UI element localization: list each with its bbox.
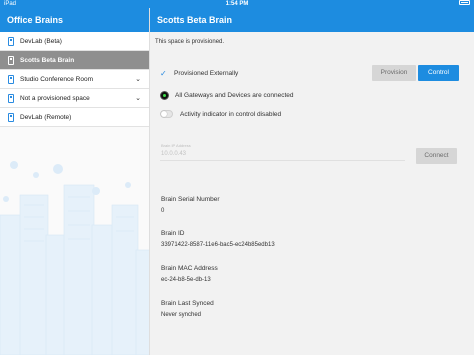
chevron-down-icon[interactable]: ⌄	[135, 70, 141, 89]
ip-address-input[interactable]: 10.0.0.43	[161, 151, 186, 157]
provisioned-message: This space is provisioned.	[155, 39, 225, 45]
sidebar-item-not-provisioned[interactable]: Not a provisioned space ⌄	[0, 89, 149, 108]
ip-address-underline	[160, 160, 405, 161]
mac-address-value: ec-24-b8-5e-db-13	[161, 277, 211, 283]
main-panel: Scotts Beta Brain This space is provisio…	[150, 8, 474, 355]
provision-button[interactable]: Provision	[372, 65, 416, 81]
sidebar-item-devlab-beta[interactable]: DevLab (Beta)	[0, 32, 149, 51]
page-title: Scotts Beta Brain	[150, 8, 474, 32]
device-icon	[8, 37, 14, 46]
ip-address-label: Brain IP Address	[161, 143, 191, 148]
chevron-down-icon[interactable]: ⌄	[135, 89, 141, 108]
sidebar-item-label: DevLab (Beta)	[20, 38, 62, 45]
last-synced-value: Never synched	[161, 312, 202, 318]
gateways-status-row: All Gateways and Devices are connected	[160, 91, 294, 100]
status-bar: iPad 1:54 PM	[0, 0, 474, 8]
provisioned-externally-row: ✓ Provisioned Externally	[160, 69, 238, 78]
mac-address-label: Brain MAC Address	[161, 265, 218, 272]
device-icon	[8, 94, 14, 103]
device-icon	[8, 56, 14, 65]
sidebar-item-studio-conference-room[interactable]: Studio Conference Room ⌄	[0, 70, 149, 89]
sidebar-title: Office Brains	[0, 8, 149, 32]
activity-indicator-row: Activity indicator in control disabled	[160, 110, 281, 118]
gateways-status-label: All Gateways and Devices are connected	[175, 92, 294, 99]
brain-id-label: Brain ID	[161, 230, 185, 237]
device-icon	[8, 113, 14, 122]
control-button[interactable]: Control	[418, 65, 459, 81]
activity-indicator-label: Activity indicator in control disabled	[180, 110, 282, 118]
sidebar-item-label: DevLab (Remote)	[20, 114, 72, 121]
brain-id-value: 33971422-8587-11e6-bac5-ec24b85edb13	[161, 242, 275, 248]
sidebar-item-label: Scotts Beta Brain	[20, 57, 75, 64]
city-skyline-illustration	[0, 161, 149, 355]
sidebar-item-label: Studio Conference Room	[20, 76, 93, 83]
serial-number-label: Brain Serial Number	[161, 196, 220, 203]
connection-status-icon	[160, 91, 169, 100]
sidebar-item-devlab-remote[interactable]: DevLab (Remote)	[0, 108, 149, 127]
checkmark-icon: ✓	[160, 69, 167, 78]
battery-indicator	[459, 0, 470, 5]
activity-indicator-toggle[interactable]	[160, 110, 173, 118]
battery-icon	[459, 0, 470, 5]
connect-button[interactable]: Connect	[416, 148, 457, 164]
sidebar: Office Brains DevLab (Beta) Scotts Beta …	[0, 8, 150, 355]
last-synced-label: Brain Last Synced	[161, 300, 214, 307]
device-icon	[8, 75, 14, 84]
serial-number-value: 0	[161, 208, 165, 214]
sidebar-item-label: Not a provisioned space	[20, 95, 90, 102]
clock: 1:54 PM	[225, 1, 249, 7]
provisioned-externally-label: Provisioned Externally	[174, 70, 239, 77]
sidebar-item-scotts-beta-brain[interactable]: Scotts Beta Brain	[0, 51, 149, 70]
